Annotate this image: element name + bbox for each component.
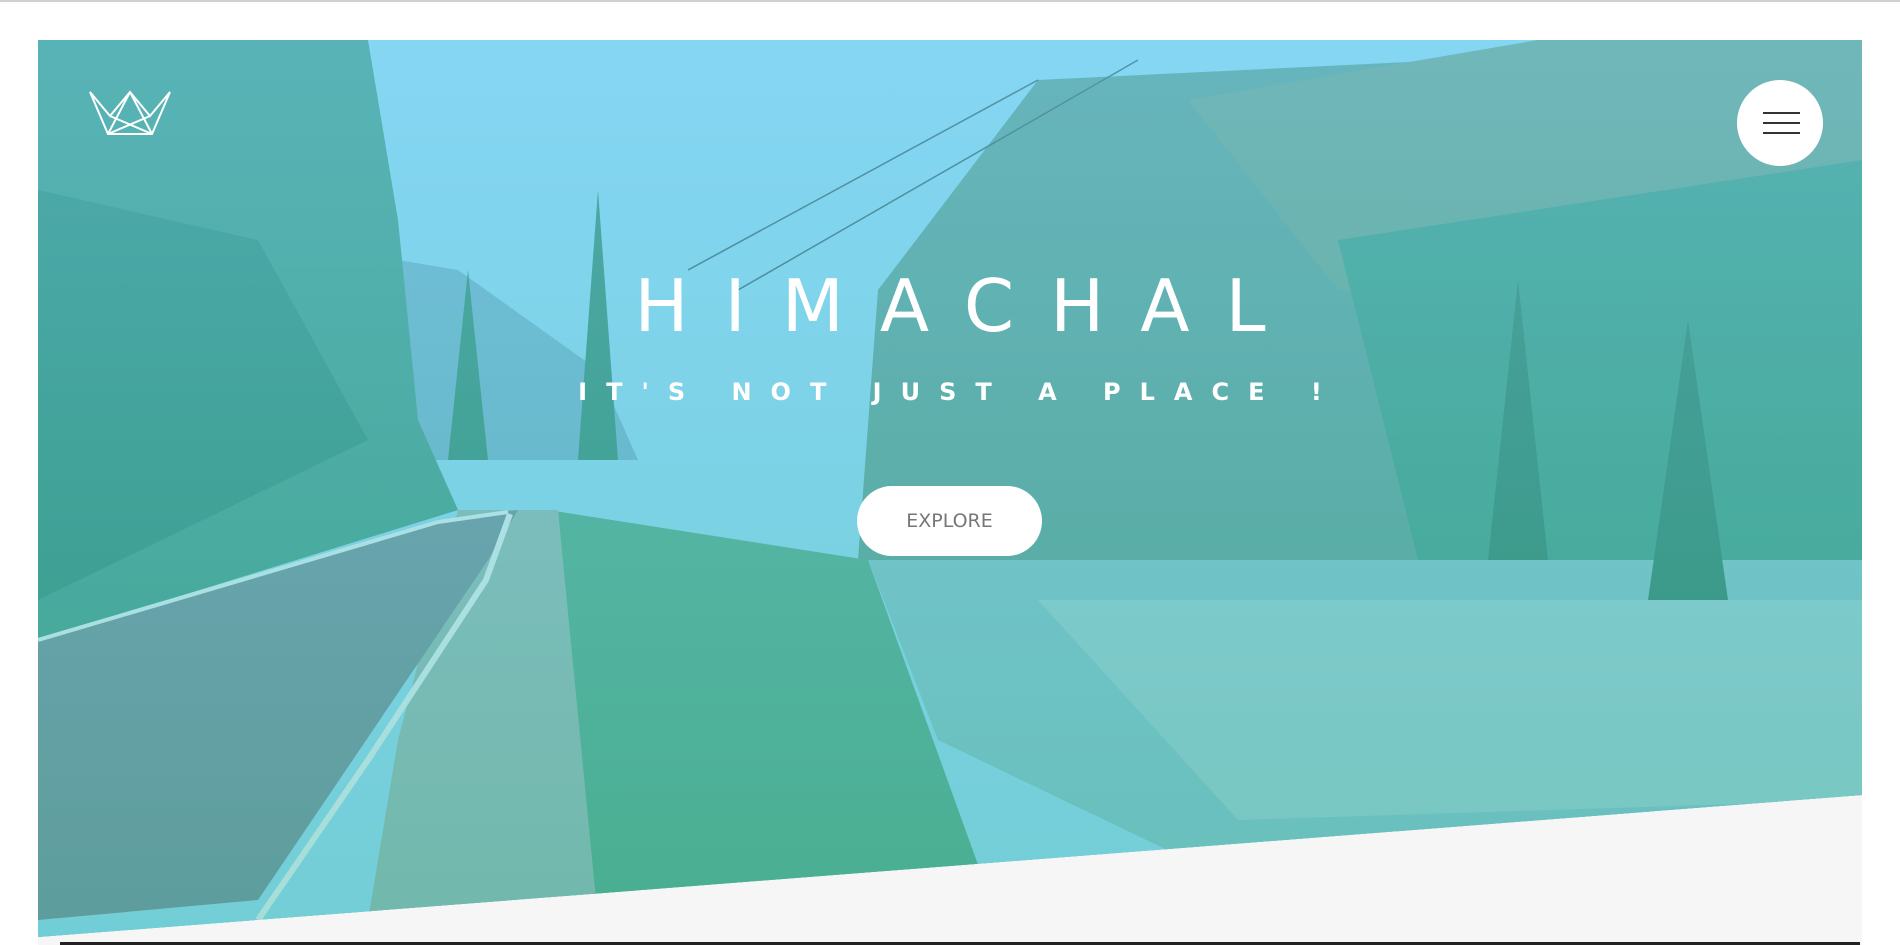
hero-title: HIMACHAL (634, 264, 1302, 348)
explore-button[interactable]: EXPLORE (857, 486, 1042, 556)
crown-icon[interactable] (88, 90, 172, 136)
hero-subtitle: IT'S NOT JUST A PLACE ! (578, 378, 1341, 406)
page: HIMACHAL IT'S NOT JUST A PLACE ! EXPLORE (0, 0, 1900, 945)
menu-button[interactable] (1737, 80, 1823, 166)
